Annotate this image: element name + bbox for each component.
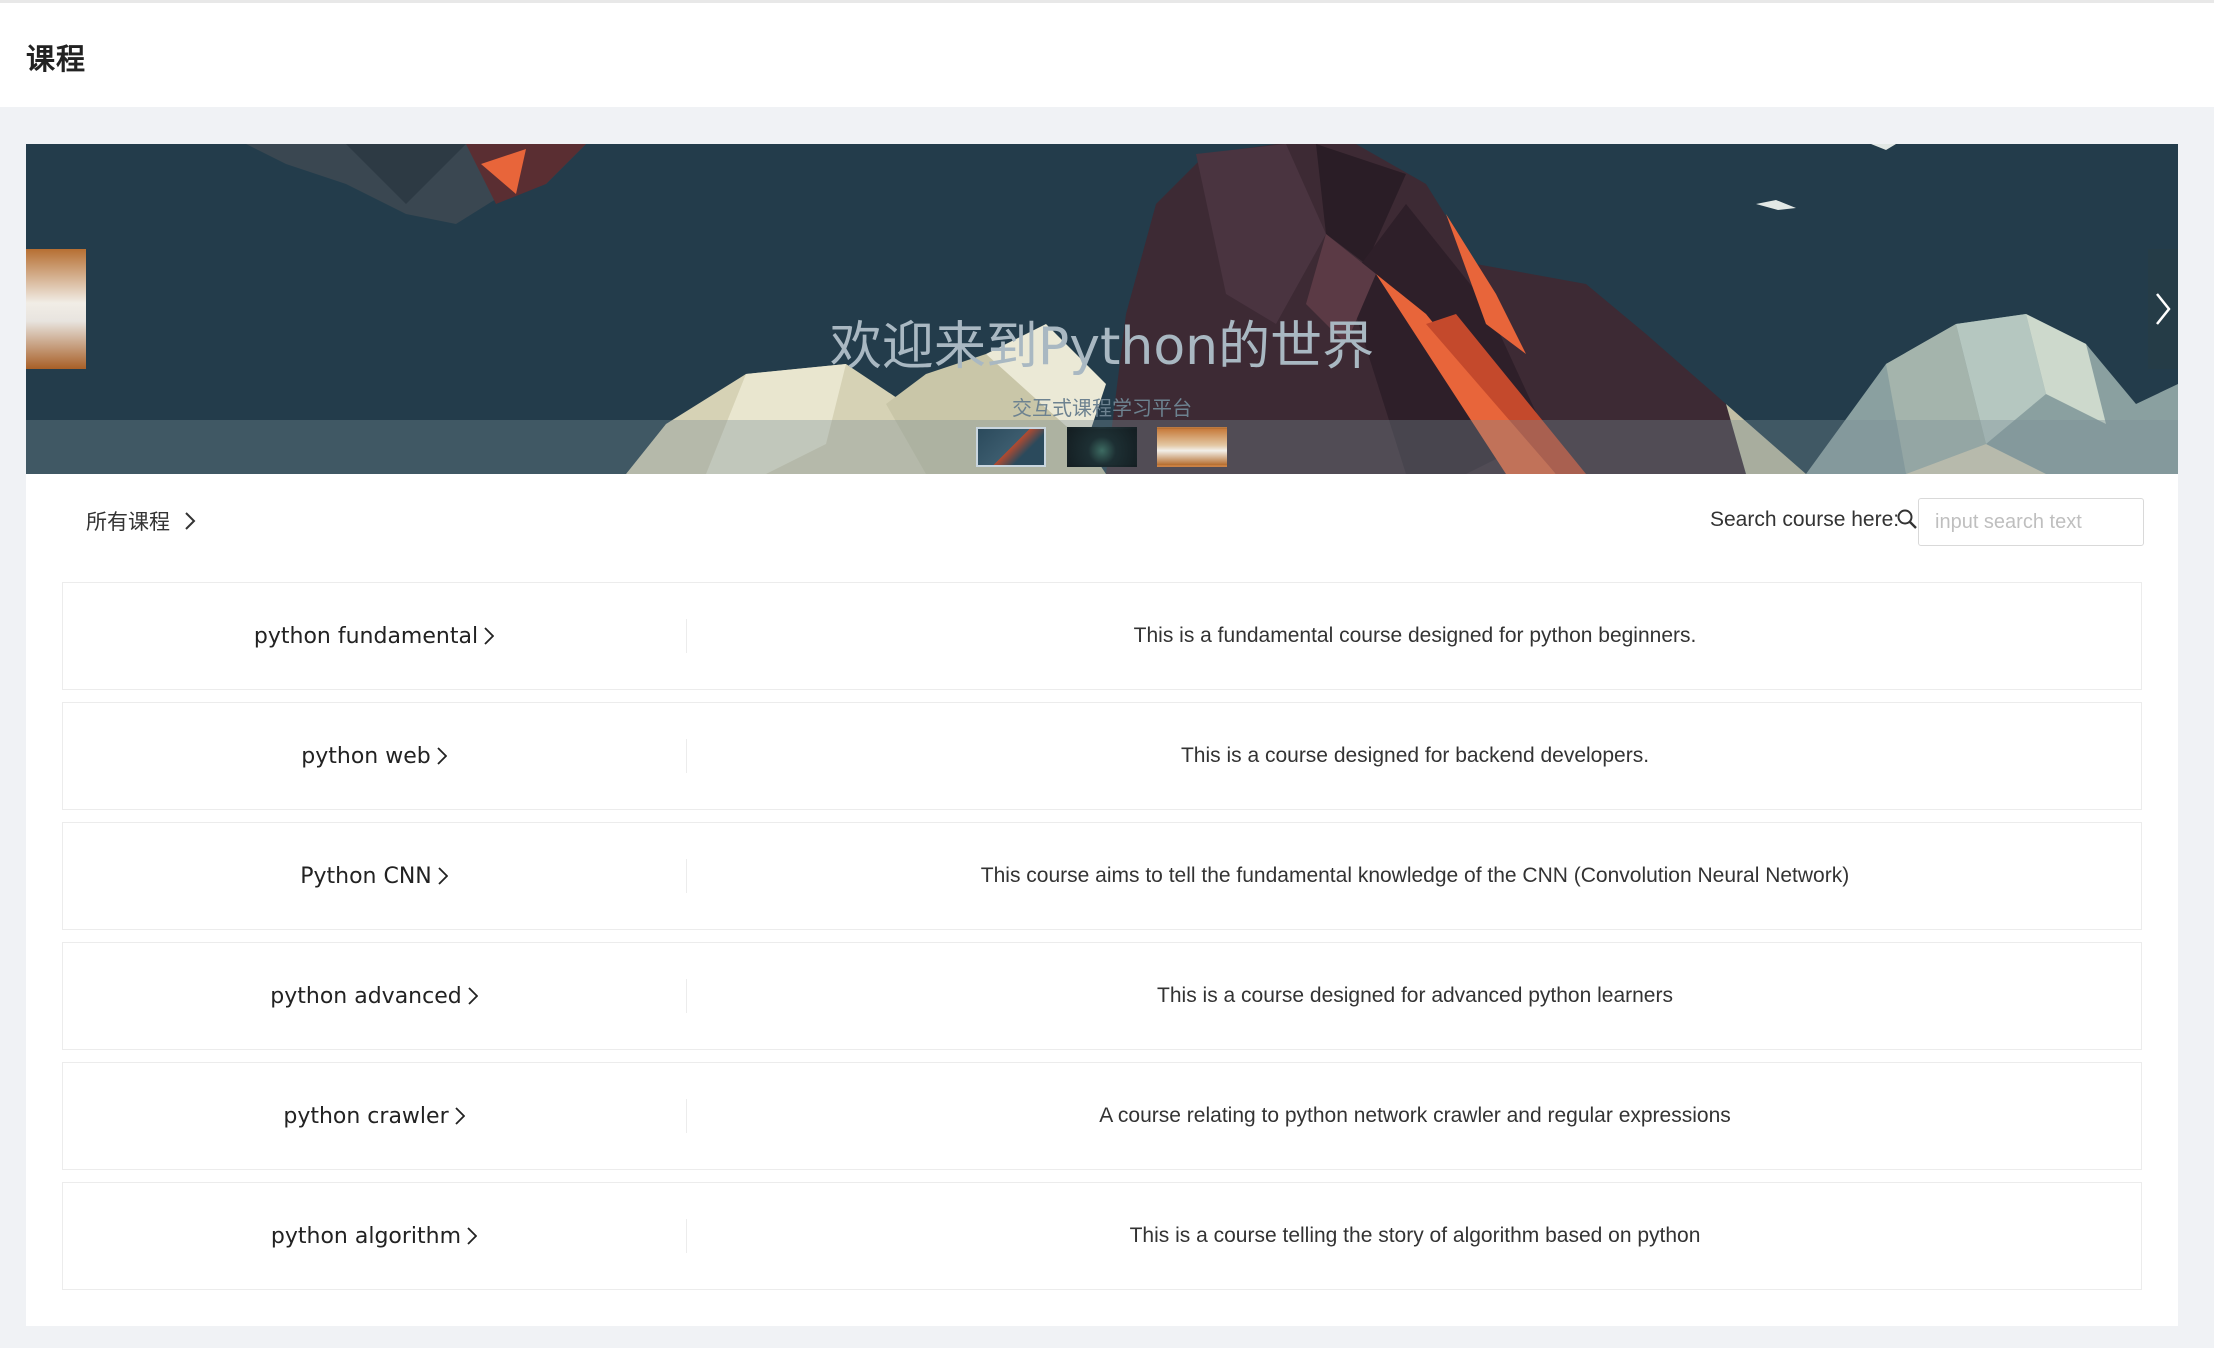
course-name: Python CNN	[300, 863, 432, 889]
course-name-link[interactable]: python fundamental	[63, 583, 685, 689]
all-courses-breadcrumb[interactable]: 所有课程	[86, 506, 196, 536]
banner-subtitle: 交互式课程学习平台	[1012, 396, 1192, 420]
banner-carousel[interactable]: 欢迎来到Python的世界 交互式课程学习平台	[26, 144, 2178, 474]
course-row: python fundamental This is a fundamental…	[62, 582, 2142, 690]
course-name-link[interactable]: python web	[63, 703, 685, 809]
carousel-next-button[interactable]	[2148, 249, 2178, 369]
course-name-link[interactable]: python advanced	[63, 943, 685, 1049]
all-courses-label: 所有课程	[86, 510, 170, 534]
course-name-link[interactable]: python crawler	[63, 1063, 685, 1169]
course-name: python web	[301, 743, 431, 769]
course-list: python fundamental This is a fundamental…	[62, 582, 2142, 1302]
chevron-right-icon	[484, 627, 495, 645]
chevron-right-icon	[185, 512, 196, 530]
course-description: This is a course designed for backend de…	[1180, 744, 1650, 767]
search-input[interactable]	[1918, 498, 2144, 546]
carousel-thumbnail-3[interactable]	[1157, 427, 1227, 467]
course-description: A course relating to python network craw…	[1099, 1104, 1731, 1127]
course-description: This is a course telling the story of al…	[1129, 1224, 1701, 1247]
course-description: This is a course designed for advanced p…	[1157, 984, 1673, 1007]
chevron-right-icon	[454, 1107, 465, 1125]
chevron-right-icon	[437, 747, 447, 765]
course-row: python crawler A course relating to pyth…	[62, 1062, 2142, 1170]
course-name: python algorithm	[270, 1223, 462, 1249]
course-name: python crawler	[283, 1103, 449, 1129]
search-icon	[1897, 509, 1917, 529]
course-name: python fundamental	[253, 623, 479, 649]
carousel-thumbnail-2[interactable]	[1067, 427, 1137, 467]
course-description: This course aims to tell the fundamental…	[980, 864, 1850, 887]
content-card: 欢迎来到Python的世界 交互式课程学习平台 所有课程 Search cour…	[26, 144, 2178, 1326]
course-name-link[interactable]: Python CNN	[63, 823, 685, 929]
chevron-right-icon	[438, 867, 448, 885]
chevron-right-icon	[2156, 293, 2171, 325]
course-row: python advanced This is a course designe…	[62, 942, 2142, 1050]
course-description: This is a fundamental course designed fo…	[1133, 624, 1697, 647]
chevron-right-icon	[468, 987, 478, 1005]
carousel-thumbnail-strip	[26, 420, 2178, 474]
course-row: python algorithm This is a course tellin…	[62, 1182, 2142, 1290]
course-row: python web This is a course designed for…	[62, 702, 2142, 810]
carousel-prev-slide-preview[interactable]	[26, 249, 86, 369]
page-header: 课程	[0, 3, 2214, 107]
course-name-link[interactable]: python algorithm	[63, 1183, 685, 1289]
page-title: 课程	[26, 42, 87, 76]
chevron-right-icon	[467, 1227, 478, 1245]
search-label: Search course here:	[1710, 508, 1900, 531]
course-row: Python CNN This course aims to tell the …	[62, 822, 2142, 930]
course-name: python advanced	[270, 983, 462, 1009]
carousel-thumbnail-1[interactable]	[976, 427, 1046, 467]
banner-title: 欢迎来到Python的世界	[829, 317, 1375, 377]
